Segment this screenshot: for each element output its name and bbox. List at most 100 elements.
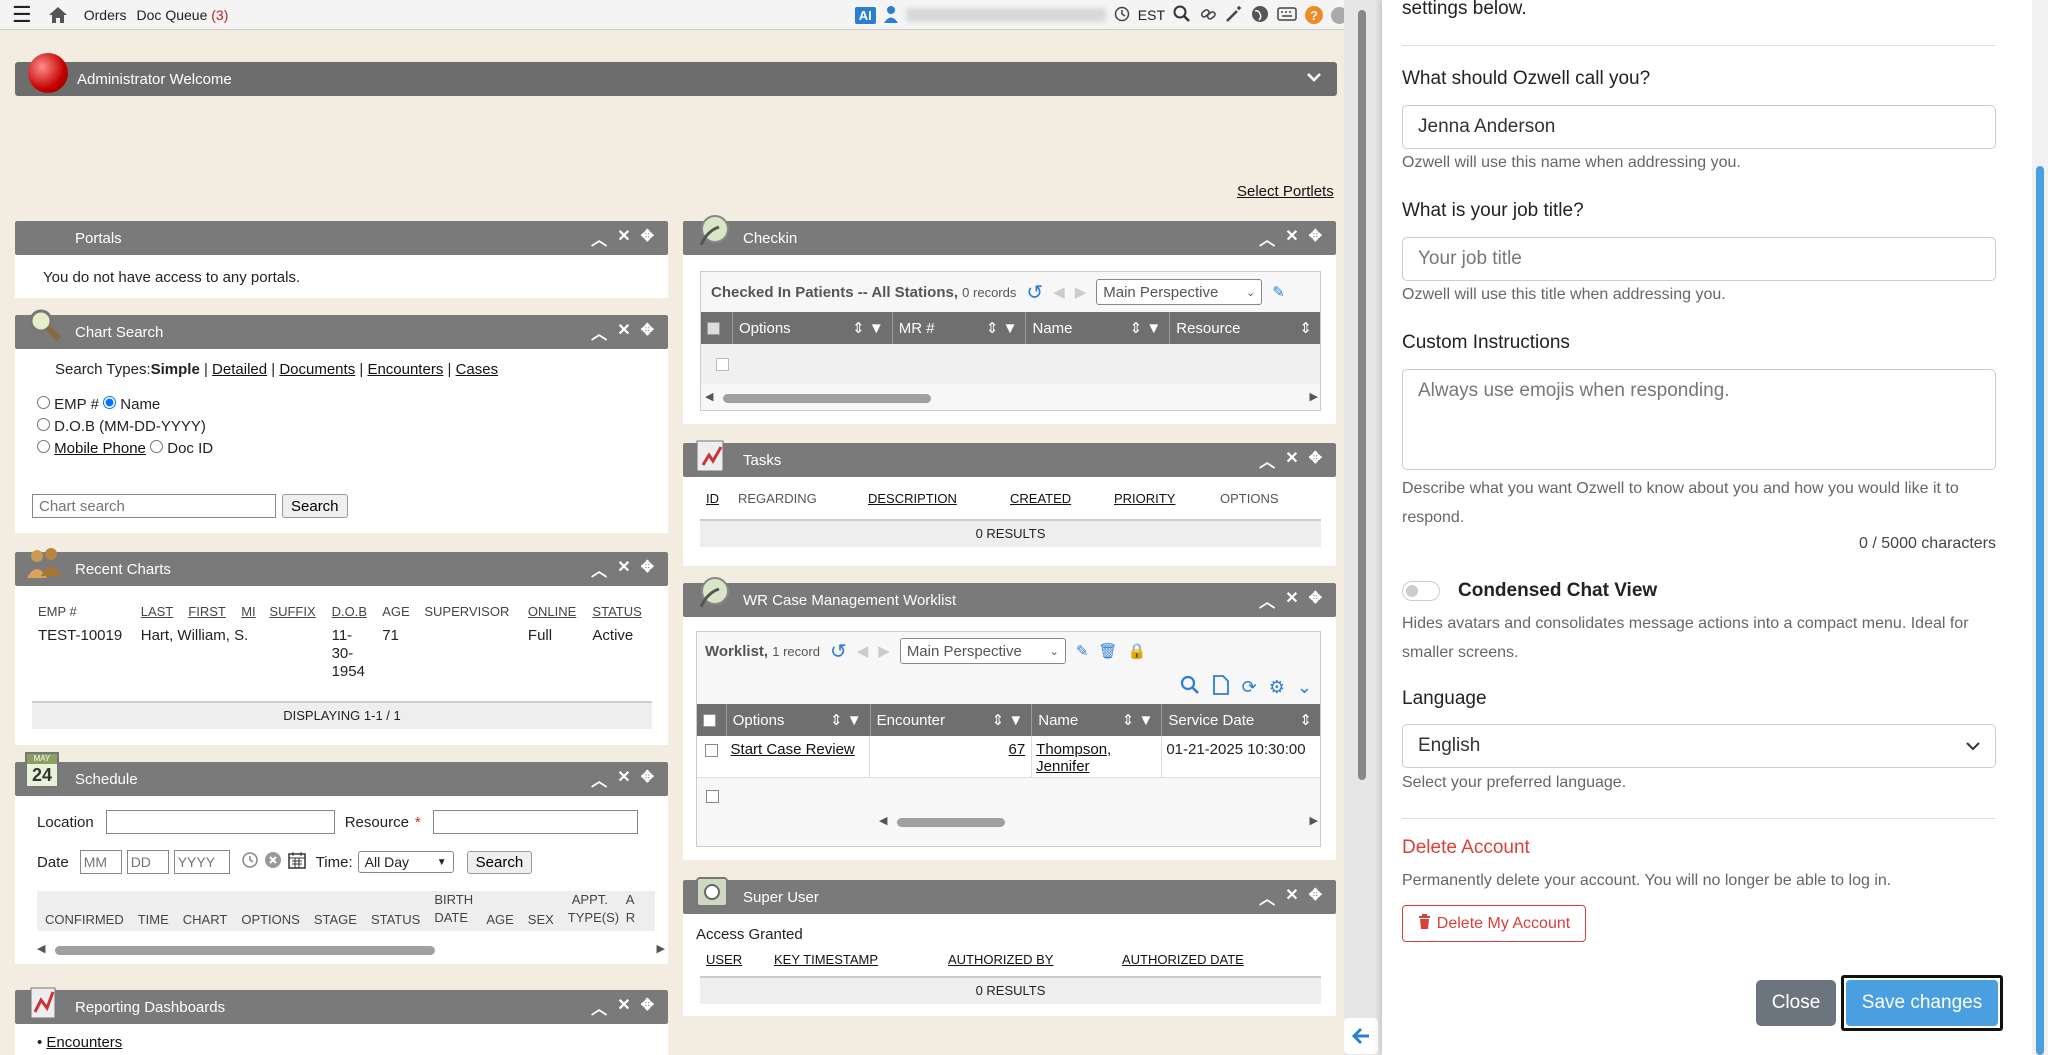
- worklist-header[interactable]: WR Case Management Worklist ︿ ✕ ✥: [683, 577, 1336, 617]
- close-button[interactable]: Close: [1756, 980, 1836, 1026]
- checkin-header[interactable]: Checkin ︿ ✕ ✥: [683, 215, 1336, 255]
- col-status[interactable]: STATUS: [586, 600, 652, 623]
- table-row[interactable]: TEST-10019 Hart, William, S. 11- 30- 195…: [32, 623, 652, 685]
- patient-name-link[interactable]: Thompson, Jennifer: [1036, 741, 1111, 775]
- panel-scrollbar[interactable]: [2032, 0, 2048, 1055]
- name-input[interactable]: Jenna Anderson: [1402, 105, 1996, 149]
- close-icon[interactable]: ✕: [617, 767, 630, 791]
- col-authorized-by[interactable]: AUTHORIZED BY: [948, 952, 1122, 967]
- col-options[interactable]: Options ⇕ ▼: [727, 704, 871, 736]
- globe-icon[interactable]: [1251, 5, 1269, 26]
- radio-dob[interactable]: [37, 418, 50, 431]
- collapse-icon[interactable]: ︿: [1259, 226, 1275, 250]
- resource-input[interactable]: [432, 810, 638, 834]
- col-user[interactable]: USER: [700, 952, 774, 967]
- checkin-scrollbar[interactable]: ◀ ▶: [701, 390, 1320, 406]
- radio-docid[interactable]: [150, 440, 164, 453]
- save-changes-button[interactable]: Save changes: [1841, 975, 2003, 1031]
- chart-search-header[interactable]: Chart Search ︿ ✕ ✥: [15, 309, 668, 349]
- tasks-header[interactable]: Tasks ︿ ✕ ✥: [683, 440, 1336, 477]
- next-icon[interactable]: ▶: [878, 642, 890, 660]
- table-row[interactable]: Start Case Review 67 Thompson, Jennifer 0…: [697, 736, 1320, 778]
- search-type-cases[interactable]: Cases: [456, 361, 499, 378]
- move-icon[interactable]: ✥: [1309, 588, 1322, 612]
- home-icon[interactable]: [48, 6, 68, 24]
- chevron-down-icon[interactable]: ⌄: [1297, 677, 1312, 698]
- help-icon[interactable]: ?: [1305, 6, 1323, 24]
- date-yyyy-input[interactable]: [173, 850, 230, 874]
- radio-mobile[interactable]: [37, 440, 50, 453]
- next-icon[interactable]: ▶: [1075, 283, 1087, 301]
- schedule-header[interactable]: MAY 24 Schedule ︿ ✕ ✥: [15, 752, 668, 796]
- row-checkbox[interactable]: [705, 744, 719, 757]
- lock-icon[interactable]: 🔒: [1127, 642, 1146, 660]
- col-priority[interactable]: PRIORITY: [1114, 491, 1220, 506]
- close-icon[interactable]: ✕: [617, 995, 630, 1019]
- prev-icon[interactable]: ◀: [1053, 283, 1065, 301]
- date-dd-input[interactable]: [126, 850, 169, 874]
- condensed-toggle[interactable]: [1402, 581, 1440, 601]
- search-icon[interactable]: [1173, 5, 1191, 26]
- checkin-perspective-select[interactable]: Main Perspective ⌄: [1096, 279, 1263, 305]
- search-type-simple[interactable]: Simple: [151, 361, 200, 378]
- job-title-input[interactable]: Your job title: [1402, 237, 1996, 281]
- collapse-icon[interactable]: ︿: [1259, 588, 1275, 612]
- refresh-icon[interactable]: ↺: [830, 639, 847, 664]
- doc-queue-link[interactable]: Doc Queue (3): [137, 7, 229, 23]
- col-mi[interactable]: MI: [235, 600, 263, 623]
- back-arrow-icon[interactable]: [1344, 1018, 1378, 1054]
- col-created[interactable]: CREATED: [1010, 491, 1114, 506]
- orders-link[interactable]: Orders: [84, 7, 127, 23]
- delete-account-button[interactable]: Delete My Account: [1402, 905, 1586, 942]
- collapse-icon[interactable]: ︿: [591, 320, 607, 344]
- col-dob[interactable]: D.O.B: [326, 600, 377, 623]
- row-checkbox[interactable]: [706, 789, 719, 803]
- collapse-icon[interactable]: ︿: [591, 226, 607, 250]
- row-checkbox[interactable]: [716, 357, 729, 371]
- move-icon[interactable]: ✥: [641, 320, 654, 344]
- hamburger-menu-icon[interactable]: ☰: [12, 2, 32, 28]
- move-icon[interactable]: ✥: [641, 226, 654, 250]
- col-online[interactable]: ONLINE: [522, 600, 587, 623]
- close-icon[interactable]: ✕: [1285, 226, 1298, 250]
- close-icon[interactable]: ✕: [1285, 885, 1298, 909]
- col-description[interactable]: DESCRIPTION: [868, 491, 1010, 506]
- worklist-scrollbar[interactable]: ◀ ▶: [697, 814, 1320, 830]
- schedule-search-button[interactable]: Search: [466, 850, 533, 874]
- scrollbar-thumb[interactable]: [897, 818, 1005, 827]
- search-type-encounters[interactable]: Encounters: [367, 361, 443, 378]
- sync-icon[interactable]: ⟳: [1242, 677, 1257, 698]
- col-key-timestamp[interactable]: KEY TIMESTAMP: [774, 952, 948, 967]
- custom-instructions-textarea[interactable]: Always use emojis when responding.: [1402, 369, 1996, 470]
- close-icon[interactable]: ✕: [1285, 588, 1298, 612]
- col-name[interactable]: Name ⇕ ▼: [1032, 704, 1163, 736]
- location-input[interactable]: [105, 810, 335, 834]
- search-type-detailed[interactable]: Detailed: [212, 361, 267, 378]
- col-encounter[interactable]: Encounter ⇕ ▼: [871, 704, 1033, 736]
- trash-icon[interactable]: 🗑: [1098, 642, 1117, 660]
- start-case-review-link[interactable]: Start Case Review: [727, 736, 871, 777]
- administrator-welcome-bar[interactable]: Administrator Welcome: [15, 53, 1337, 96]
- keyboard-icon[interactable]: [1277, 6, 1297, 24]
- collapse-icon[interactable]: ︿: [1259, 885, 1275, 909]
- col-options[interactable]: Options ⇕ ▼: [733, 312, 893, 344]
- col-authorized-date[interactable]: AUTHORIZED DATE: [1122, 952, 1244, 967]
- select-all-checkbox[interactable]: [703, 713, 716, 727]
- prev-icon[interactable]: ◀: [857, 642, 869, 660]
- date-mm-input[interactable]: [79, 850, 122, 874]
- ai-button[interactable]: AI: [854, 6, 876, 24]
- move-icon[interactable]: ✥: [1309, 885, 1322, 909]
- chart-search-button[interactable]: Search: [282, 494, 348, 518]
- language-select[interactable]: English: [1402, 724, 1996, 768]
- collapse-icon[interactable]: ︿: [591, 995, 607, 1019]
- collapse-icon[interactable]: ︿: [1259, 448, 1275, 472]
- user-icon[interactable]: [883, 5, 898, 26]
- magic-wand-icon[interactable]: [1225, 5, 1243, 26]
- worklist-perspective-select[interactable]: Main Perspective ⌄: [899, 638, 1066, 664]
- move-icon[interactable]: ✥: [1309, 448, 1322, 472]
- clear-icon[interactable]: [264, 851, 282, 873]
- portals-header[interactable]: Portals ︿ ✕ ✥: [15, 221, 668, 255]
- encounter-link[interactable]: 67: [870, 736, 1033, 777]
- edit-icon[interactable]: ✎: [1076, 642, 1089, 660]
- close-icon[interactable]: ✕: [617, 320, 630, 344]
